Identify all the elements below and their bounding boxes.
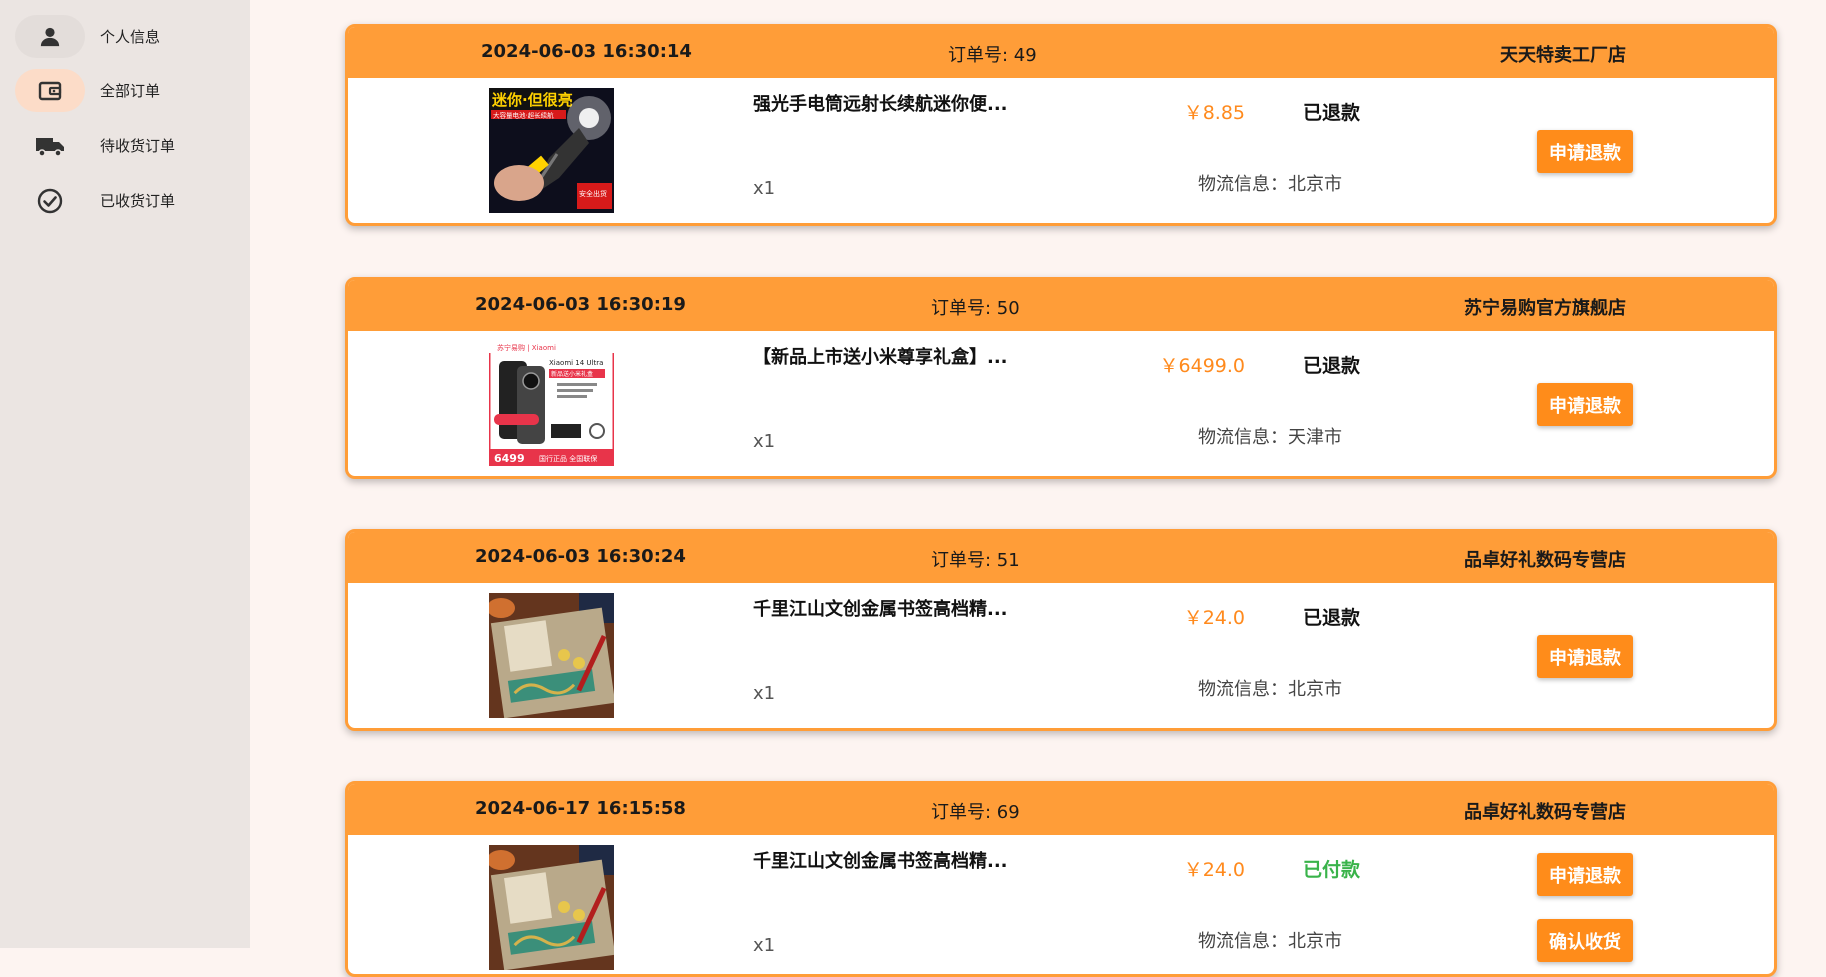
svg-text:6499: 6499	[494, 452, 525, 465]
product-image[interactable]: 迷你·但很亮 大容量电池·超长续航 安全出货	[489, 88, 614, 213]
logistics-info: 物流信息：天津市	[1198, 427, 1342, 448]
order-header: 2024-06-17 16:15:58 订单号: 69 品卓好礼数码专营店	[348, 784, 1774, 835]
logistics-info: 物流信息：北京市	[1198, 679, 1342, 700]
order-status: 已退款	[1303, 102, 1361, 124]
order-status: 已退款	[1303, 607, 1361, 629]
product-price: ￥6499.0	[1159, 355, 1245, 377]
image-banner-text: 迷你·但很亮	[491, 91, 573, 109]
truck-icon	[15, 124, 85, 167]
sidebar-item-profile[interactable]: 个人信息	[15, 15, 235, 58]
wallet-icon	[15, 69, 85, 112]
shop-name[interactable]: 品卓好礼数码专营店	[1464, 546, 1626, 572]
svg-text:安全出货: 安全出货	[579, 189, 607, 198]
product-quantity: x1	[753, 683, 776, 704]
sidebar-item-label: 个人信息	[100, 28, 161, 46]
order-number: 订单号: 69	[931, 802, 1020, 823]
product-name[interactable]: 强光手电筒远射长续航迷你便...	[753, 90, 1008, 116]
sidebar-item-label: 待收货订单	[100, 137, 176, 155]
product-name[interactable]: 千里江山文创金属书签高档精...	[753, 847, 1008, 873]
order-status: 已付款	[1303, 859, 1361, 881]
person-icon	[15, 15, 85, 58]
svg-text:国行正品 全国联保: 国行正品 全国联保	[539, 454, 597, 463]
logistics-info: 物流信息：北京市	[1198, 931, 1342, 952]
request-refund-button[interactable]: 申请退款	[1537, 383, 1633, 426]
request-refund-button[interactable]: 申请退款	[1537, 853, 1633, 896]
order-number: 订单号: 50	[931, 298, 1020, 319]
product-name[interactable]: 千里江山文创金属书签高档精...	[753, 595, 1008, 621]
order-number: 订单号: 51	[931, 550, 1020, 571]
sidebar-item-received[interactable]: 已收货订单	[15, 179, 235, 222]
shop-name[interactable]: 苏宁易购官方旗舰店	[1464, 294, 1626, 320]
check-circle-icon	[15, 179, 85, 222]
product-price: ￥24.0	[1183, 859, 1245, 881]
product-name[interactable]: 【新品上市送小米尊享礼盒】...	[753, 343, 1008, 369]
order-card: 2024-06-03 16:30:14 订单号: 49 天天特卖工厂店 迷你·但…	[345, 24, 1777, 226]
order-header: 2024-06-03 16:30:19 订单号: 50 苏宁易购官方旗舰店	[348, 280, 1774, 331]
product-image[interactable]	[489, 845, 614, 970]
request-refund-button[interactable]: 申请退款	[1537, 635, 1633, 678]
order-status: 已退款	[1303, 355, 1361, 377]
order-date: 2024-06-03 16:30:14	[481, 41, 692, 62]
product-price: ￥24.0	[1183, 607, 1245, 629]
logistics-info: 物流信息：北京市	[1198, 174, 1342, 195]
order-date: 2024-06-03 16:30:24	[475, 546, 686, 567]
order-date: 2024-06-03 16:30:19	[475, 294, 686, 315]
shop-name[interactable]: 品卓好礼数码专营店	[1464, 798, 1626, 824]
product-price: ￥8.85	[1183, 102, 1245, 124]
product-image[interactable]	[489, 593, 614, 718]
svg-text:新品送小米礼盒: 新品送小米礼盒	[551, 370, 593, 378]
svg-text:苏宁易购 | Xiaomi: 苏宁易购 | Xiaomi	[497, 343, 556, 352]
order-list: 2024-06-03 16:30:14 订单号: 49 天天特卖工厂店 迷你·但…	[250, 0, 1826, 977]
sidebar-item-label: 全部订单	[100, 82, 161, 100]
order-date: 2024-06-17 16:15:58	[475, 798, 686, 819]
sidebar-item-pending-delivery[interactable]: 待收货订单	[15, 124, 235, 167]
svg-text:大容量电池·超长续航: 大容量电池·超长续航	[493, 111, 554, 120]
product-quantity: x1	[753, 935, 776, 956]
svg-text:Xiaomi 14 Ultra: Xiaomi 14 Ultra	[549, 359, 603, 367]
order-header: 2024-06-03 16:30:14 订单号: 49 天天特卖工厂店	[348, 27, 1774, 78]
sidebar-item-all-orders[interactable]: 全部订单	[15, 69, 235, 112]
product-quantity: x1	[753, 431, 776, 452]
sidebar-item-label: 已收货订单	[100, 192, 176, 210]
confirm-receipt-button[interactable]: 确认收货	[1537, 919, 1633, 962]
order-card: 2024-06-03 16:30:24 订单号: 51 品卓好礼数码专营店 千里…	[345, 529, 1777, 731]
request-refund-button[interactable]: 申请退款	[1537, 130, 1633, 173]
sidebar: 个人信息 全部订单 待收货订单 已收货订单	[0, 0, 250, 948]
product-quantity: x1	[753, 178, 776, 199]
order-number: 订单号: 49	[948, 45, 1037, 66]
shop-name[interactable]: 天天特卖工厂店	[1500, 41, 1626, 67]
order-card: 2024-06-03 16:30:19 订单号: 50 苏宁易购官方旗舰店 苏宁…	[345, 277, 1777, 479]
order-header: 2024-06-03 16:30:24 订单号: 51 品卓好礼数码专营店	[348, 532, 1774, 583]
product-image[interactable]: 苏宁易购 | Xiaomi Xiaomi 14 Ultra 新品送小米礼盒 64…	[489, 341, 614, 466]
